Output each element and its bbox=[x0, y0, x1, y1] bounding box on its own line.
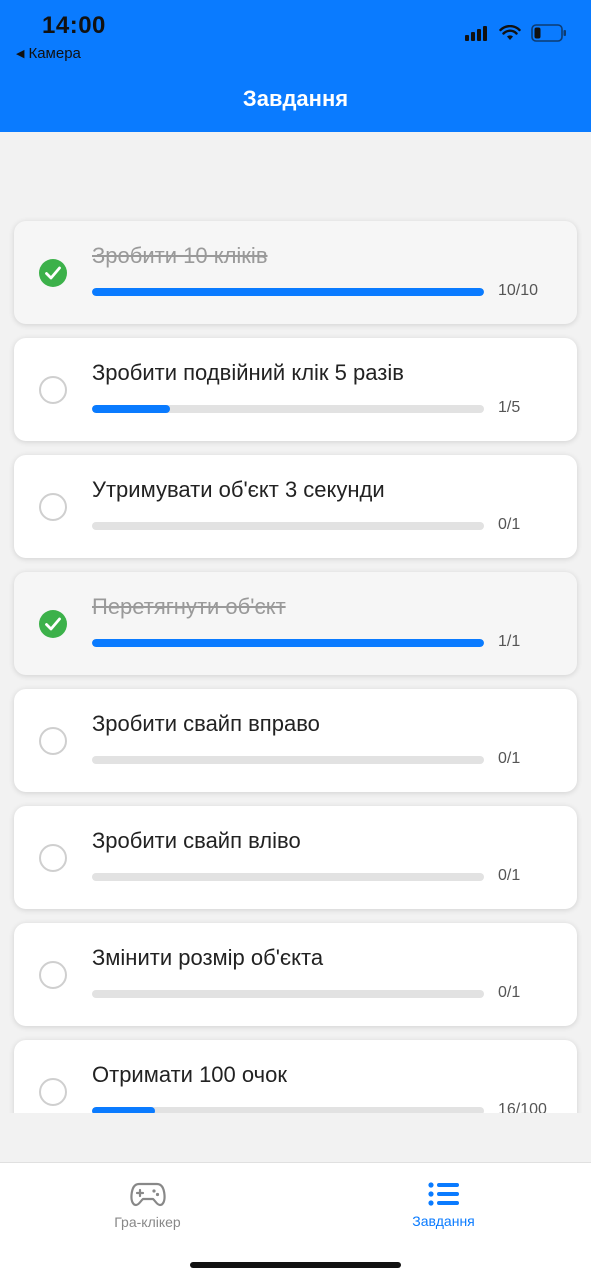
task-status-icon bbox=[39, 493, 67, 521]
tab-tasks[interactable]: Завдання bbox=[296, 1163, 591, 1247]
battery-icon bbox=[531, 24, 566, 42]
gamepad-icon bbox=[129, 1182, 166, 1207]
cellular-signal-icon bbox=[465, 26, 487, 41]
task-status-icon bbox=[39, 961, 67, 989]
tab-label: Завдання bbox=[412, 1213, 475, 1229]
back-label: Камера bbox=[28, 45, 81, 62]
task-card-1[interactable]: Зробити 10 кліків 10/10 bbox=[14, 221, 577, 324]
task-progress-bar bbox=[92, 639, 484, 647]
task-progress-fill bbox=[92, 1107, 155, 1113]
task-progress-bar bbox=[92, 873, 484, 881]
task-card-8[interactable]: Отримати 100 очок 16/100 bbox=[14, 1040, 577, 1113]
task-card-3[interactable]: Утримувати об'єкт 3 секунди 0/1 bbox=[14, 455, 577, 558]
task-title: Зробити свайп вліво bbox=[92, 828, 301, 853]
task-progress-count: 0/1 bbox=[498, 984, 521, 1001]
task-progress-bar bbox=[92, 756, 484, 764]
wifi-icon bbox=[499, 25, 521, 40]
task-progress-fill bbox=[92, 639, 484, 647]
task-progress-bar bbox=[92, 990, 484, 998]
task-status-icon bbox=[39, 727, 67, 755]
task-card-5[interactable]: Зробити свайп вправо 0/1 bbox=[14, 689, 577, 792]
home-indicator[interactable] bbox=[190, 1262, 401, 1268]
task-progress-bar bbox=[92, 1107, 484, 1113]
task-status-icon bbox=[39, 1078, 67, 1106]
task-progress-count: 0/1 bbox=[498, 750, 521, 767]
task-title: Отримати 100 очок bbox=[92, 1062, 287, 1087]
task-progress-fill bbox=[92, 288, 484, 296]
task-status-icon bbox=[39, 259, 67, 287]
task-card-4[interactable]: Перетягнути об'єкт 1/1 bbox=[14, 572, 577, 675]
task-status-icon bbox=[39, 376, 67, 404]
task-progress-count: 0/1 bbox=[498, 516, 521, 533]
task-title: Перетягнути об'єкт bbox=[92, 594, 286, 619]
task-progress-fill bbox=[92, 405, 171, 413]
list-icon bbox=[427, 1182, 459, 1206]
task-progress-count: 10/10 bbox=[498, 282, 539, 299]
task-card-7[interactable]: Змінити розмір об'єкта 0/1 bbox=[14, 923, 577, 1026]
task-progress-count: 0/1 bbox=[498, 867, 521, 884]
tab-label: Гра-клікер bbox=[114, 1214, 181, 1230]
task-title: Змінити розмір об'єкта bbox=[92, 945, 324, 970]
task-title: Зробити подвійний клік 5 разів bbox=[92, 360, 404, 385]
task-list[interactable]: Зробити 10 кліків 10/10 Зробити подвійни… bbox=[0, 132, 591, 1113]
task-status-icon bbox=[39, 610, 67, 638]
task-status-icon bbox=[39, 844, 67, 872]
status-time: 14:00 bbox=[42, 12, 106, 39]
task-progress-count: 1/5 bbox=[498, 399, 521, 416]
task-progress-bar bbox=[92, 522, 484, 530]
task-progress-count: 16/100 bbox=[498, 1101, 547, 1113]
checkmark-icon bbox=[45, 266, 61, 280]
checkmark-icon bbox=[45, 617, 61, 631]
task-progress-bar bbox=[92, 288, 484, 296]
tab-clicker-game[interactable]: Гра-клікер bbox=[0, 1163, 295, 1247]
status-icons bbox=[465, 24, 567, 42]
task-card-2[interactable]: Зробити подвійний клік 5 разів 1/5 bbox=[14, 338, 577, 441]
task-progress-count: 1/1 bbox=[498, 633, 521, 650]
task-card-6[interactable]: Зробити свайп вліво 0/1 bbox=[14, 806, 577, 909]
task-progress-bar bbox=[92, 405, 484, 413]
back-to-camera-link[interactable]: ◀ Камера bbox=[16, 45, 81, 62]
task-title: Зробити свайп вправо bbox=[92, 711, 320, 736]
page-title: Завдання bbox=[242, 86, 349, 111]
header: 14:00 ◀ Камера Завдання bbox=[0, 0, 591, 132]
task-title: Зробити 10 кліків bbox=[92, 243, 268, 268]
task-title: Утримувати об'єкт 3 секунди bbox=[92, 477, 385, 502]
back-triangle-icon: ◀ bbox=[16, 48, 25, 60]
